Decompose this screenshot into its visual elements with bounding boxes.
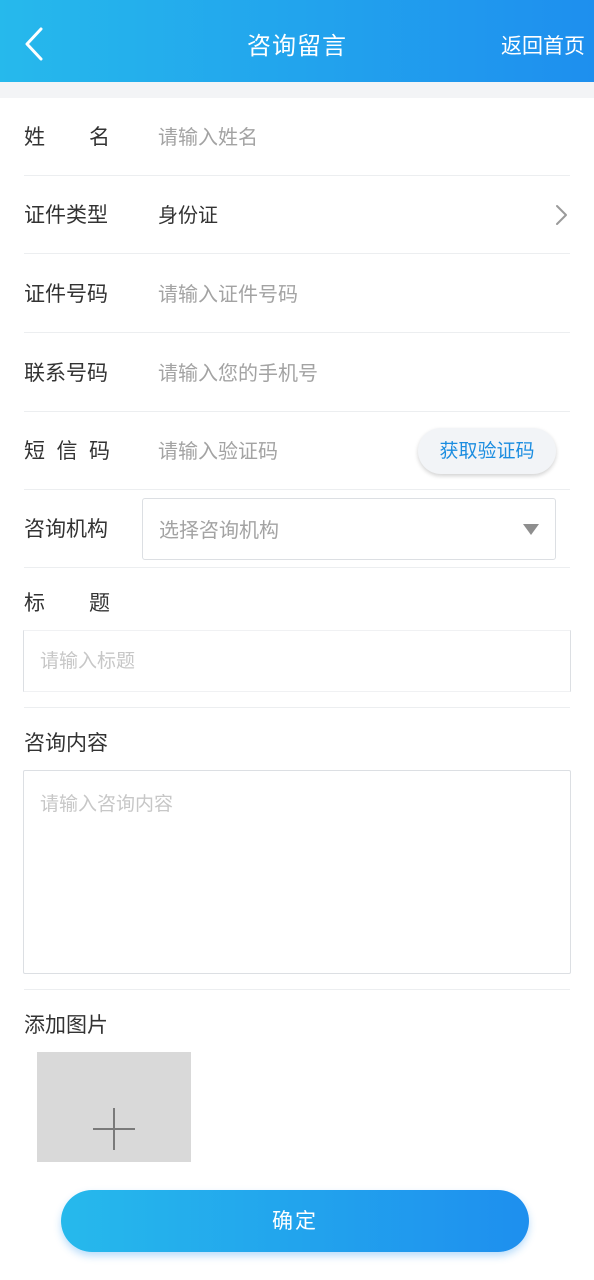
name-input[interactable]: 请输入姓名 [158,98,258,176]
divider [24,989,570,990]
title-label: 标 题 [24,591,110,615]
phone-input[interactable]: 请输入您的手机号 [158,334,318,412]
phone-label: 联系号码 [24,361,108,385]
app-header: 咨询留言 返回首页 [0,0,594,82]
org-row: 咨询机构 选择咨询机构 [24,490,570,568]
id-type-value[interactable]: 身份证 [158,176,218,254]
add-image-button[interactable] [37,1052,191,1162]
images-label: 添加图片 [24,1013,108,1037]
caret-down-icon [523,524,539,535]
org-select[interactable]: 选择咨询机构 [142,498,556,560]
id-number-label: 证件号码 [24,282,108,306]
chevron-right-icon [556,205,567,225]
sms-label: 短 信 码 [24,439,110,463]
org-select-placeholder: 选择咨询机构 [159,518,279,542]
submit-button[interactable]: 确定 [61,1190,529,1252]
title-input[interactable]: 请输入标题 [23,630,571,692]
id-type-label: 证件类型 [24,203,108,227]
org-label: 咨询机构 [24,517,108,541]
name-row: 姓 名 请输入姓名 [24,98,570,176]
phone-row: 联系号码 请输入您的手机号 [24,334,570,412]
sms-code-input[interactable]: 请输入验证码 [158,412,278,490]
get-code-button[interactable]: 获取验证码 [418,428,556,474]
content-textarea[interactable]: 请输入咨询内容 [23,770,571,974]
id-number-row: 证件号码 请输入证件号码 [24,255,570,333]
plus-icon [93,1128,135,1130]
name-label: 姓 名 [24,125,110,149]
id-type-row[interactable]: 证件类型 身份证 [24,176,570,254]
home-link[interactable]: 返回首页 [501,30,585,60]
content-label: 咨询内容 [24,731,108,755]
id-number-input[interactable]: 请输入证件号码 [158,255,298,333]
divider [24,707,570,708]
header-spacer [0,82,594,98]
sms-row: 短 信 码 请输入验证码 获取验证码 [24,412,570,490]
